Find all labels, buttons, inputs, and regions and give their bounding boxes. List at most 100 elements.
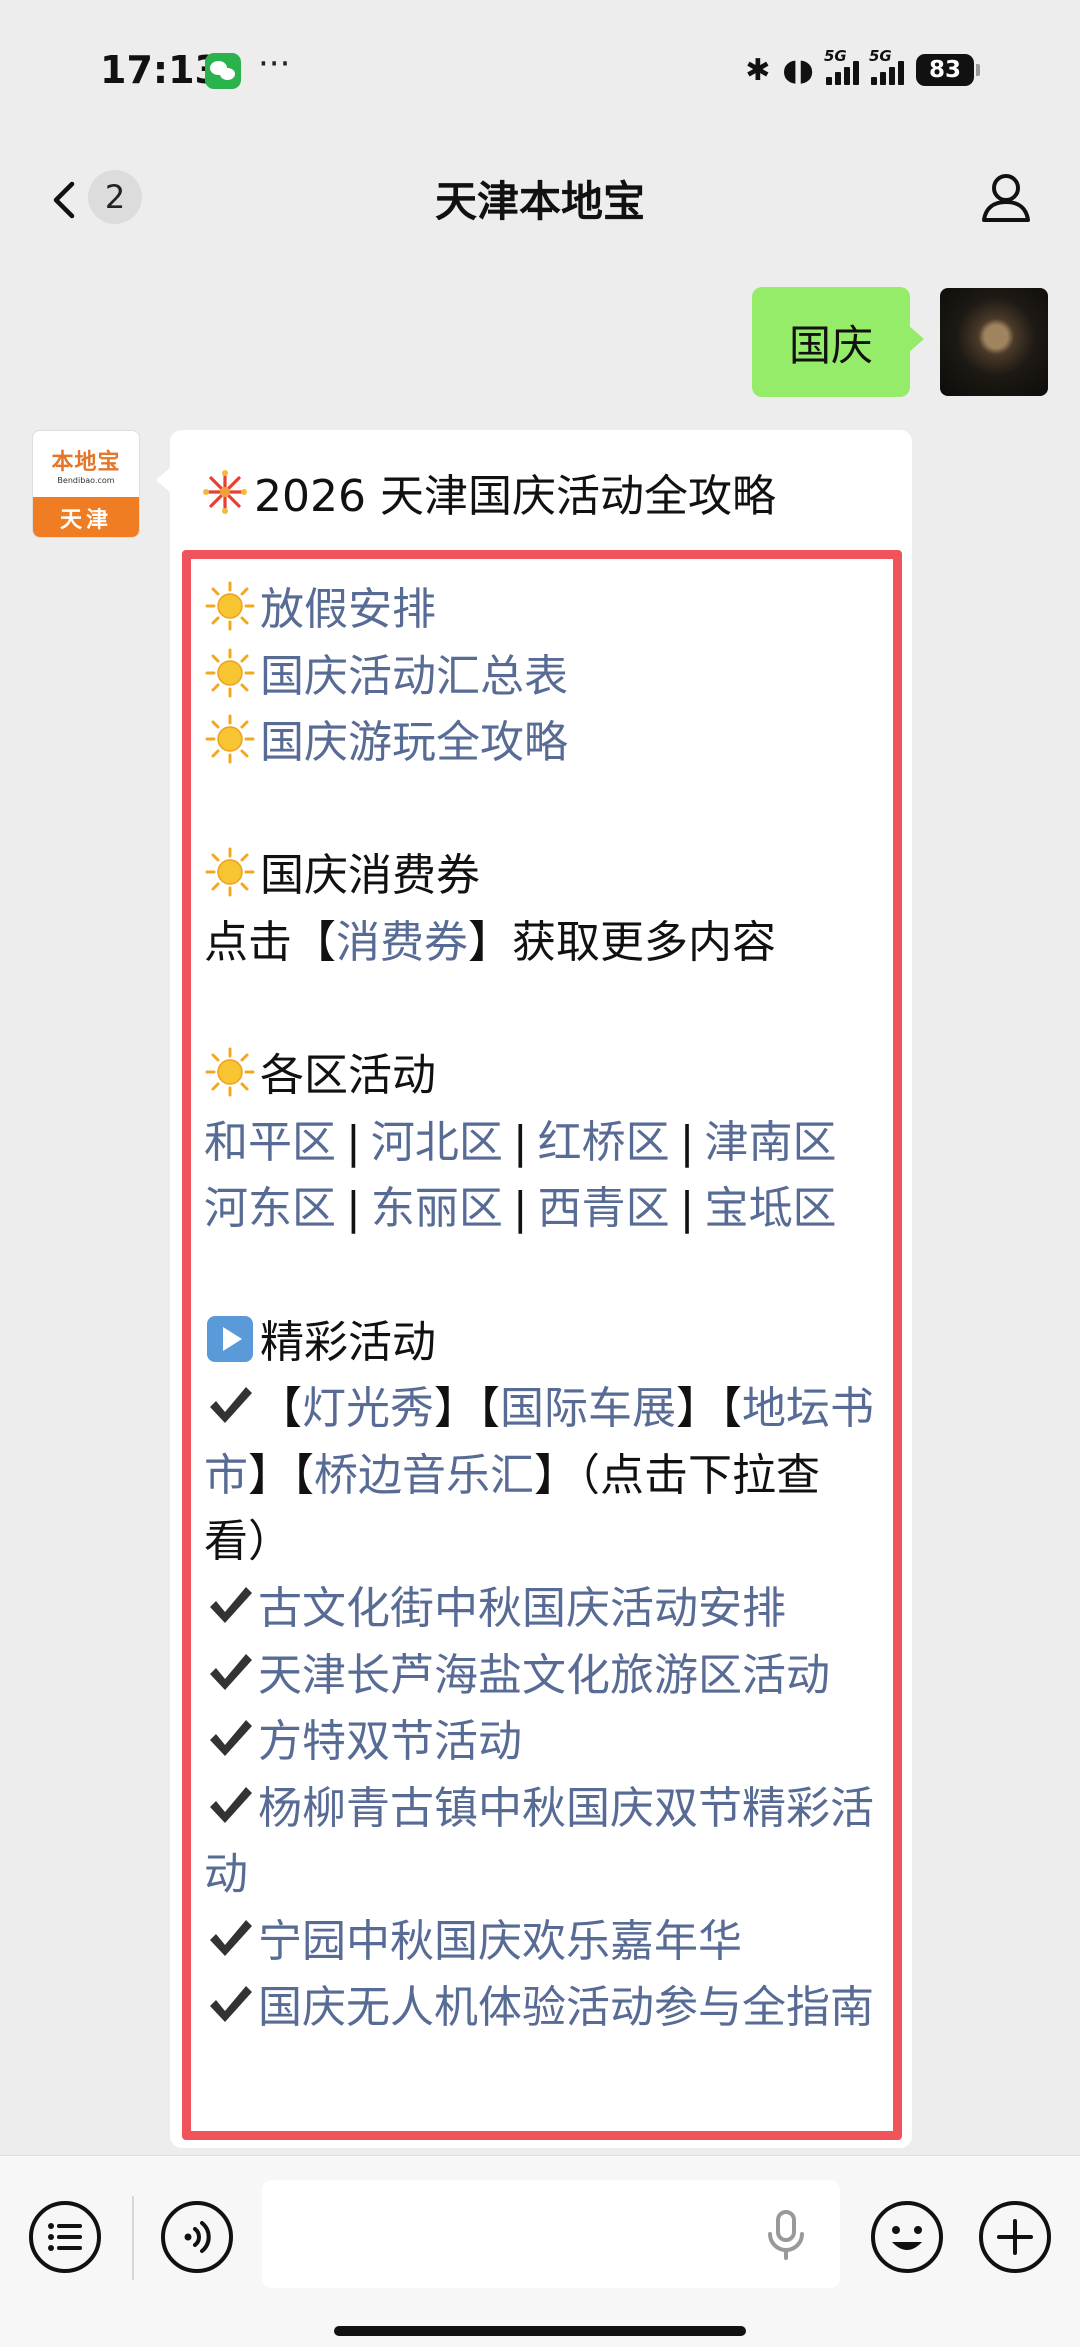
- bracket: 【: [478, 1383, 500, 1435]
- event-tags: 【灯光秀】【国际车展】【地坛书市】【桥边音乐汇】（点击下拉查看）: [204, 1376, 884, 1576]
- checkmark-icon: [204, 1912, 256, 1964]
- status-indicators: ✱ ◖◗ 5G 5G 83: [745, 46, 980, 94]
- user-icon: [982, 174, 1030, 222]
- link-event-tag[interactable]: 国际车展: [500, 1383, 676, 1434]
- voice-icon: [161, 2201, 233, 2273]
- bracket: 】: [434, 1383, 478, 1435]
- link-district[interactable]: 宝坻区: [704, 1183, 836, 1234]
- link-event[interactable]: 国庆无人机体验活动参与全指南: [258, 1982, 874, 2033]
- message-input[interactable]: [262, 2180, 840, 2288]
- section-heading: 精彩活动: [204, 1310, 884, 1377]
- emoji-button[interactable]: [868, 2198, 946, 2276]
- profile-button[interactable]: [972, 164, 1040, 232]
- battery-level: 83: [916, 54, 974, 86]
- link-activity-summary[interactable]: 国庆活动汇总表: [260, 651, 568, 702]
- bot-avatar[interactable]: 本地宝 Bendibao.com 天津: [32, 430, 140, 538]
- message-title-text: 2026 天津国庆活动全攻略: [254, 471, 776, 522]
- signal-icon: 5G: [824, 47, 859, 85]
- wechat-icon: [205, 53, 241, 89]
- separator: |: [346, 1116, 361, 1168]
- separator: |: [679, 1116, 695, 1168]
- link-coupon[interactable]: 消费券: [336, 917, 468, 968]
- signal-icon: 5G: [869, 47, 904, 85]
- user-message-bubble[interactable]: 国庆: [752, 287, 924, 397]
- bracket: 】: [248, 1449, 292, 1501]
- sun-icon: [204, 580, 256, 632]
- bracket: 【: [258, 1383, 302, 1435]
- districts-heading: 各区活动: [260, 1050, 436, 1102]
- plus-icon: [979, 2201, 1051, 2273]
- chat-screen: 17:13 ··· ✱ ◖◗ 5G 5G 83 2 天津本地宝 国庆 本地宝 B…: [0, 0, 1080, 2347]
- sun-icon: [204, 1046, 256, 1098]
- link-travel-guide[interactable]: 国庆游玩全攻略: [260, 717, 568, 768]
- status-time: 17:13: [100, 48, 221, 92]
- link-district[interactable]: 东丽区: [371, 1183, 503, 1234]
- emoji-icon: [871, 2201, 943, 2273]
- sun-icon: [204, 647, 256, 699]
- list-item[interactable]: 国庆游玩全攻略: [204, 710, 884, 777]
- bracket: 】: [534, 1449, 578, 1501]
- separator: |: [512, 1183, 528, 1235]
- microphone-button[interactable]: [756, 2204, 816, 2264]
- firework-icon: [200, 467, 250, 517]
- link-event-tag[interactable]: 灯光秀: [302, 1383, 434, 1434]
- home-indicator[interactable]: [334, 2326, 746, 2336]
- checkmark-icon: [204, 1646, 256, 1698]
- list-item[interactable]: 国庆活动汇总表: [204, 644, 884, 711]
- link-district[interactable]: 津南区: [704, 1117, 836, 1168]
- link-event[interactable]: 古文化街中秋国庆活动安排: [258, 1583, 786, 1634]
- status-bar: 17:13 ··· ✱ ◖◗ 5G 5G 83: [0, 0, 1080, 140]
- earbuds-icon: ◖◗: [782, 52, 814, 88]
- checkmark-icon: [204, 1579, 256, 1631]
- link-district[interactable]: 河东区: [204, 1183, 336, 1234]
- link-district[interactable]: 红桥区: [538, 1117, 670, 1168]
- link-district[interactable]: 河北区: [371, 1117, 503, 1168]
- divider: [132, 2196, 134, 2280]
- checkmark-icon: [204, 1712, 256, 1764]
- link-event[interactable]: 天津长芦海盐文化旅游区活动: [258, 1650, 830, 1701]
- input-bar: [0, 2155, 1080, 2347]
- section-heading: 国庆消费券: [204, 843, 884, 910]
- list-icon: [29, 2201, 101, 2273]
- link-event[interactable]: 杨柳青古镇中秋国庆双节精彩活动: [204, 1783, 874, 1901]
- network-label: 5G: [869, 47, 892, 65]
- section-heading: 各区活动: [204, 1043, 884, 1110]
- coupon-prefix: 点击【: [204, 916, 336, 968]
- highlight-box: 放假安排 国庆活动汇总表 国庆游玩全攻略 国庆消费券 点击【消费券】获取更多内容…: [182, 550, 902, 2140]
- event-item[interactable]: 宁园中秋国庆欢乐嘉年华: [204, 1909, 884, 1976]
- link-event[interactable]: 宁园中秋国庆欢乐嘉年华: [258, 1916, 742, 1967]
- bot-message-bubble: 2026 天津国庆活动全攻略 放假安排 国庆活动汇总表 国庆游玩全攻略 国庆消费…: [156, 430, 912, 2148]
- link-holiday-schedule[interactable]: 放假安排: [260, 584, 436, 635]
- event-item[interactable]: 方特双节活动: [204, 1709, 884, 1776]
- event-item[interactable]: 古文化街中秋国庆活动安排: [204, 1576, 884, 1643]
- district-row: 河东区 | 东丽区 | 西青区 | 宝坻区: [204, 1176, 884, 1243]
- list-item[interactable]: 放假安排: [204, 577, 884, 644]
- event-item[interactable]: 天津长芦海盐文化旅游区活动: [204, 1643, 884, 1710]
- link-district[interactable]: 西青区: [538, 1183, 670, 1234]
- chat-header: 2 天津本地宝: [0, 140, 1080, 260]
- voice-button[interactable]: [158, 2198, 236, 2276]
- user-avatar[interactable]: [940, 288, 1048, 396]
- add-button[interactable]: [976, 2198, 1054, 2276]
- menu-button[interactable]: [26, 2198, 104, 2276]
- play-icon: [204, 1313, 256, 1365]
- coupon-heading: 国庆消费券: [260, 850, 480, 902]
- link-event-tag[interactable]: 桥边音乐汇: [314, 1450, 534, 1501]
- message-title: 2026 天津国庆活动全攻略: [200, 460, 776, 524]
- event-item[interactable]: 杨柳青古镇中秋国庆双节精彩活动: [204, 1776, 884, 1909]
- checkmark-icon: [204, 1779, 256, 1831]
- event-item[interactable]: 国庆无人机体验活动参与全指南: [204, 1975, 884, 2042]
- coupon-suffix: 】获取更多内容: [468, 916, 776, 968]
- battery-icon: 83: [916, 54, 980, 86]
- link-event[interactable]: 方特双节活动: [258, 1716, 522, 1767]
- avatar-city: 天津: [33, 497, 139, 537]
- separator: |: [512, 1116, 528, 1168]
- bracket: 【: [720, 1383, 742, 1435]
- avatar-logo-domain: Bendibao.com: [57, 475, 115, 485]
- separator: |: [346, 1183, 361, 1235]
- checkmark-icon: [204, 1379, 256, 1431]
- message-content: 放假安排 国庆活动汇总表 国庆游玩全攻略 国庆消费券 点击【消费券】获取更多内容…: [204, 577, 884, 2042]
- link-district[interactable]: 和平区: [204, 1117, 336, 1168]
